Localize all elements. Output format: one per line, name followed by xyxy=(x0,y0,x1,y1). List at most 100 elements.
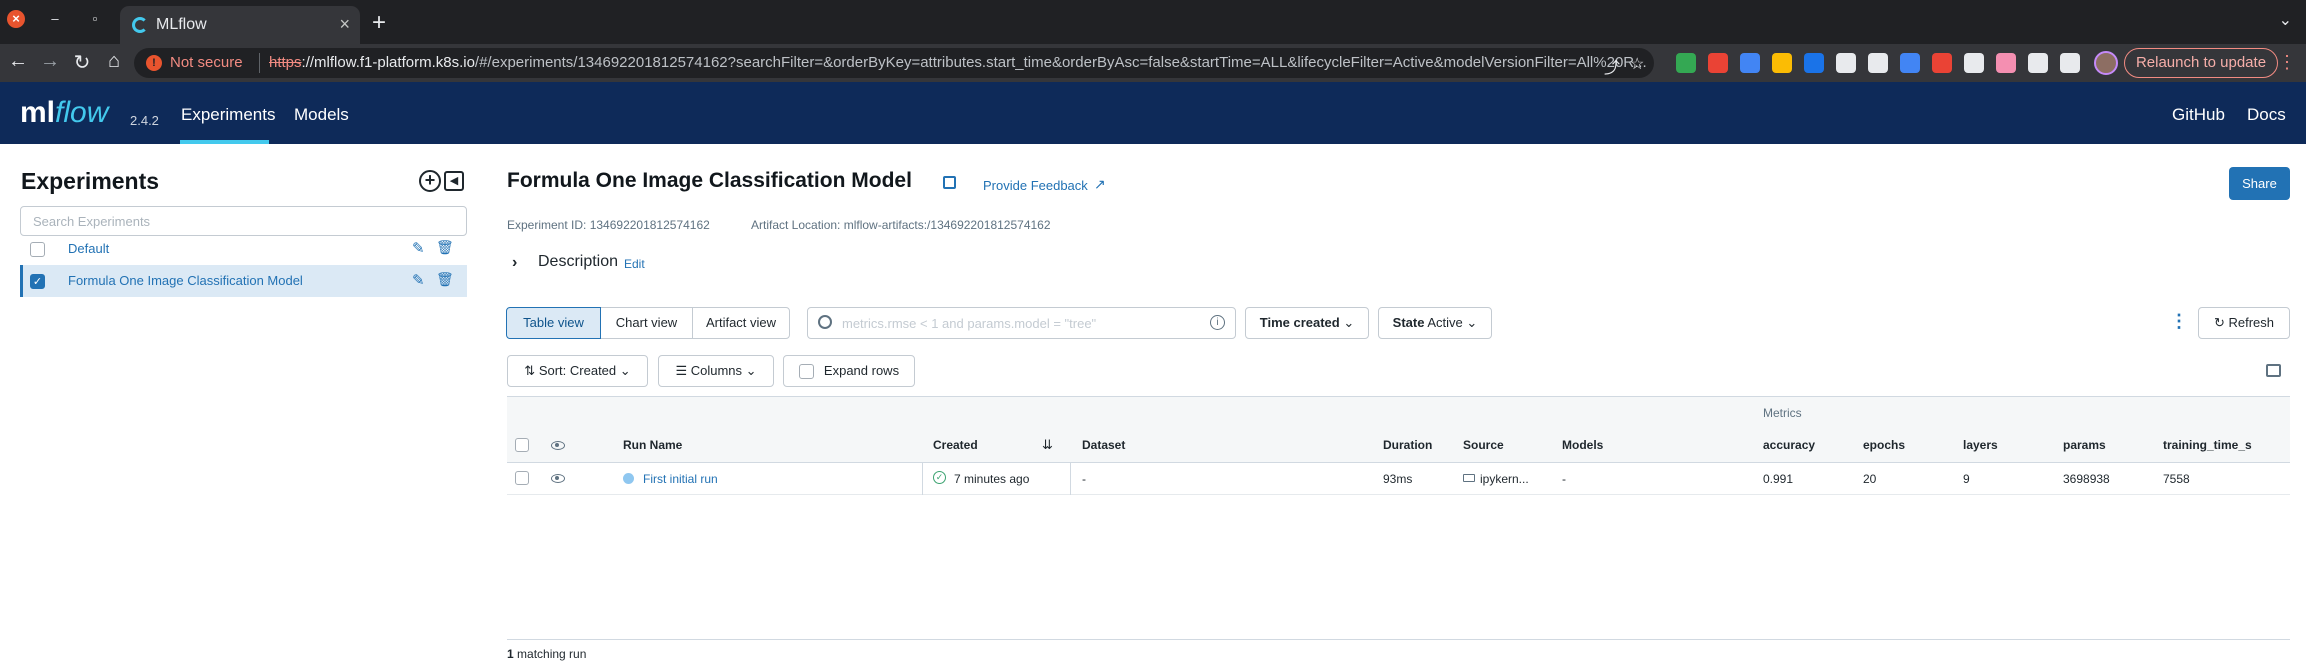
browser-extension-icon[interactable] xyxy=(1964,53,1984,73)
side-panel-toggle-icon[interactable] xyxy=(2266,364,2281,377)
info-icon[interactable]: i xyxy=(1210,315,1225,330)
browser-extension-icon[interactable] xyxy=(1676,53,1696,73)
new-tab-button[interactable]: + xyxy=(372,9,386,37)
runs-search-input[interactable] xyxy=(842,313,1202,333)
url-text[interactable]: https://mlflow.f1-platform.k8s.io/#/expe… xyxy=(269,54,1729,71)
visibility-eye-icon[interactable] xyxy=(551,474,565,483)
accuracy-cell: 0.991 xyxy=(1763,472,1794,486)
browser-extension-icon[interactable] xyxy=(1708,53,1728,73)
description-toggle[interactable]: Description xyxy=(538,253,618,271)
column-header-source[interactable]: Source xyxy=(1463,438,1504,452)
provide-feedback-link[interactable]: Provide Feedback xyxy=(983,178,1088,193)
edit-pencil-icon[interactable]: ✎ xyxy=(412,271,425,289)
run-name-link[interactable]: First initial run xyxy=(643,472,718,486)
mlflow-favicon-icon xyxy=(132,17,148,33)
share-button[interactable]: Share xyxy=(2229,167,2290,200)
state-dropdown[interactable]: State Active ⌄ xyxy=(1378,307,1492,339)
run-color-dot[interactable] xyxy=(623,473,634,484)
browser-tab[interactable]: MLflow × xyxy=(120,6,360,44)
forward-arrow-icon[interactable]: → xyxy=(36,50,64,73)
browser-menu-icon[interactable]: ⋮ xyxy=(2278,52,2296,73)
column-header-run-name[interactable]: Run Name xyxy=(623,438,682,452)
experiment-name[interactable]: Default xyxy=(68,241,109,256)
select-all-checkbox[interactable] xyxy=(515,438,529,452)
sort-dropdown[interactable]: ⇅ Sort: Created ⌄ xyxy=(507,355,648,387)
chevron-right-icon[interactable]: › xyxy=(512,254,517,272)
columns-dropdown[interactable]: ☰ Columns ⌄ xyxy=(658,355,774,387)
column-header-accuracy[interactable]: accuracy xyxy=(1763,438,1815,452)
add-experiment-icon[interactable]: + xyxy=(419,170,441,192)
column-header-training-time[interactable]: training_time_s xyxy=(2163,438,2252,452)
column-header-models[interactable]: Models xyxy=(1562,438,1603,452)
browser-extension-icon[interactable] xyxy=(2028,53,2048,73)
bookmark-star-icon[interactable]: ☆ xyxy=(1630,54,1644,74)
profile-avatar[interactable] xyxy=(2094,51,2118,75)
collapse-sidebar-icon[interactable]: ◀ xyxy=(444,171,464,191)
browser-extension-icon[interactable] xyxy=(1740,53,1760,73)
tab-close-icon[interactable]: × xyxy=(339,14,350,35)
column-header-duration[interactable]: Duration xyxy=(1383,438,1432,452)
row-checkbox[interactable] xyxy=(515,471,529,485)
dataset-cell: - xyxy=(1082,472,1086,486)
relaunch-button[interactable]: Relaunch to update xyxy=(2124,48,2278,78)
column-header-dataset[interactable]: Dataset xyxy=(1082,438,1125,452)
column-header-params[interactable]: params xyxy=(2063,438,2106,452)
experiment-checkbox[interactable] xyxy=(30,242,45,257)
refresh-button[interactable]: ↻ Refresh xyxy=(2198,307,2290,339)
browser-extension-icon[interactable] xyxy=(1772,53,1792,73)
column-header-created[interactable]: Created xyxy=(933,438,978,452)
window-minimize-icon[interactable]: – xyxy=(46,10,64,28)
nav-experiments[interactable]: Experiments xyxy=(181,105,275,125)
browser-extension-icon[interactable] xyxy=(1996,53,2016,73)
address-bar[interactable]: ! Not secure https://mlflow.f1-platform.… xyxy=(134,48,1654,78)
runs-search-box: i xyxy=(807,307,1236,339)
reload-icon[interactable]: ↻ xyxy=(68,50,96,75)
nav-docs[interactable]: Docs xyxy=(2247,105,2286,125)
browser-extension-icon[interactable] xyxy=(2060,53,2080,73)
trash-icon[interactable]: 🗑 xyxy=(436,271,454,288)
mlflow-logo[interactable]: mlflow xyxy=(20,96,108,130)
home-icon[interactable]: ⌂ xyxy=(100,50,128,73)
nav-models[interactable]: Models xyxy=(294,105,349,125)
column-header-layers[interactable]: layers xyxy=(1963,438,1998,452)
url-path: /#/experiments/134692201812574162?search… xyxy=(474,54,1647,71)
nav-github[interactable]: GitHub xyxy=(2172,105,2225,125)
tab-table-view[interactable]: Table view xyxy=(506,307,601,339)
window-maximize-icon[interactable]: ▫ xyxy=(86,10,104,28)
not-secure-icon[interactable]: ! xyxy=(146,55,162,71)
source-cell[interactable]: ipykern... xyxy=(1480,472,1529,486)
browser-extension-icon[interactable] xyxy=(1868,53,1888,73)
expand-rows-label: Expand rows xyxy=(823,363,900,378)
tab-artifact-view[interactable]: Artifact view xyxy=(692,307,790,339)
tab-search-chevron-icon[interactable]: ⌄ xyxy=(2279,10,2292,30)
description-edit-link[interactable]: Edit xyxy=(624,257,645,271)
expand-rows-checkbox[interactable] xyxy=(798,364,814,380)
time-created-dropdown[interactable]: Time created ⌄ xyxy=(1245,307,1369,339)
sort-descending-icon[interactable]: ⇊ xyxy=(1042,437,1053,453)
sidebar-item-formula-one[interactable]: ✓ Formula One Image Classification Model… xyxy=(20,265,467,297)
edit-pencil-icon[interactable]: ✎ xyxy=(412,239,425,257)
artifact-location: Artifact Location: mlflow-artifacts:/134… xyxy=(751,218,1051,232)
share-page-icon[interactable]: ⤴ xyxy=(1604,54,1620,78)
browser-extension-icon[interactable] xyxy=(1804,53,1824,73)
more-options-icon[interactable]: ⋮ xyxy=(2170,311,2188,332)
experiment-name[interactable]: Formula One Image Classification Model xyxy=(68,273,303,288)
copy-icon[interactable] xyxy=(943,176,956,189)
column-header-epochs[interactable]: epochs xyxy=(1863,438,1905,452)
not-secure-label[interactable]: Not secure xyxy=(170,54,243,71)
browser-extension-icon[interactable] xyxy=(1932,53,1952,73)
search-experiments-input[interactable] xyxy=(20,206,467,236)
back-arrow-icon[interactable]: ← xyxy=(4,50,32,73)
layers-cell: 9 xyxy=(1963,472,1970,486)
sidebar-item-default[interactable]: Default ✎ 🗑 xyxy=(20,233,467,265)
experiment-checkbox-checked[interactable]: ✓ xyxy=(30,274,45,289)
view-switcher: Table view Chart view Artifact view xyxy=(506,307,790,339)
trash-icon[interactable]: 🗑 xyxy=(436,239,454,256)
browser-extension-icon[interactable] xyxy=(1900,53,1920,73)
tab-chart-view[interactable]: Chart view xyxy=(600,307,693,339)
browser-extension-icon[interactable] xyxy=(1836,53,1856,73)
visibility-eye-icon[interactable] xyxy=(551,441,565,450)
window-close-icon[interactable]: × xyxy=(7,10,25,28)
expand-rows-toggle[interactable]: Expand rows xyxy=(783,355,915,387)
external-link-icon[interactable]: ↗ xyxy=(1094,176,1106,193)
